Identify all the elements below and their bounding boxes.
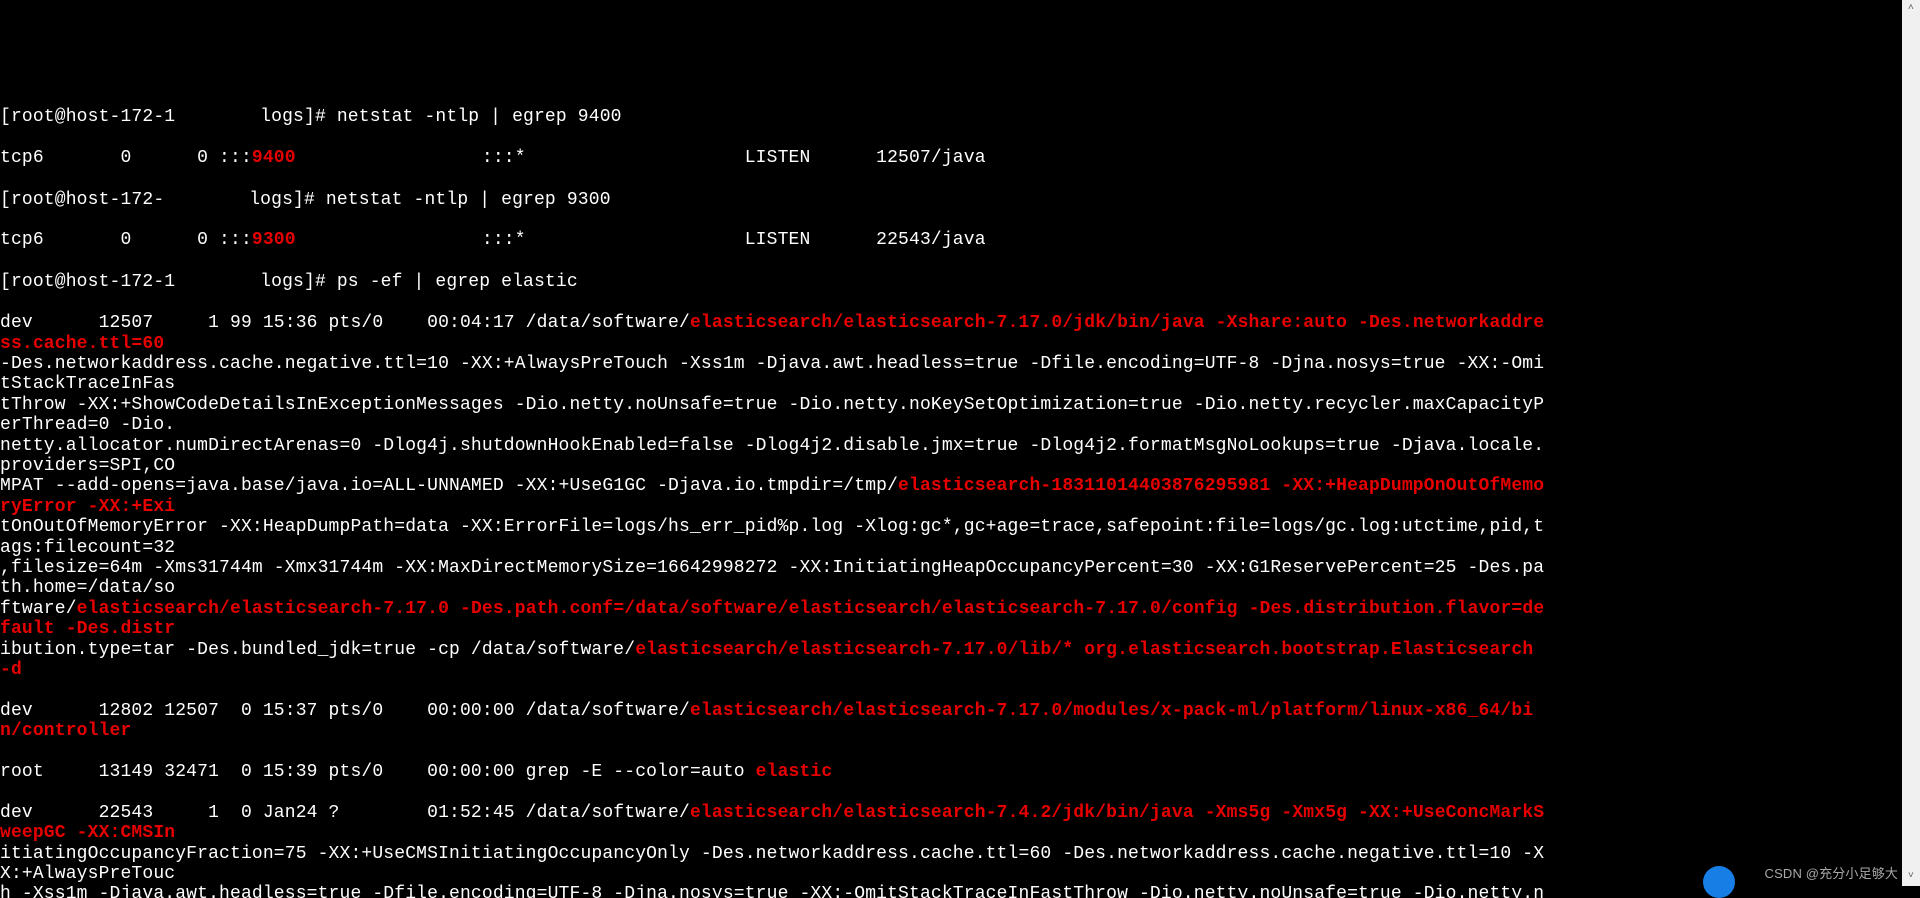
decorative-circle-icon [1703,866,1735,898]
watermark-text: CSDN @充分小足够大 [1765,864,1898,884]
prompt-line: [root@host-172-1 logs]# ps -ef | egrep e… [0,272,578,292]
ps-line: dev 22543 1 0 Jan24 ? 01:52:45 /data/sof… [0,803,1544,898]
ps-line: root 13149 32471 0 15:39 pts/0 00:00:00 … [0,762,832,782]
ps-line: dev 12507 1 99 15:36 pts/0 00:04:17 /dat… [0,313,1544,680]
vertical-scrollbar[interactable]: ˄ ˅ [1902,0,1920,886]
scroll-up-button[interactable]: ˄ [1902,0,1920,18]
terminal-output[interactable]: [root@host-172-1 logs]# netstat -ntlp | … [0,86,1545,898]
ps-line: dev 12802 12507 0 15:37 pts/0 00:00:00 /… [0,701,1533,741]
prompt-line: [root@host-172- logs]# netstat -ntlp | e… [0,190,611,210]
netstat-line: tcp6 0 0 :::9400 :::* LISTEN 12507/java [0,148,986,168]
scroll-down-button[interactable]: ˅ [1902,868,1920,886]
netstat-line: tcp6 0 0 :::9300 :::* LISTEN 22543/java [0,230,986,250]
prompt-line: [root@host-172-1 logs]# netstat -ntlp | … [0,107,622,127]
